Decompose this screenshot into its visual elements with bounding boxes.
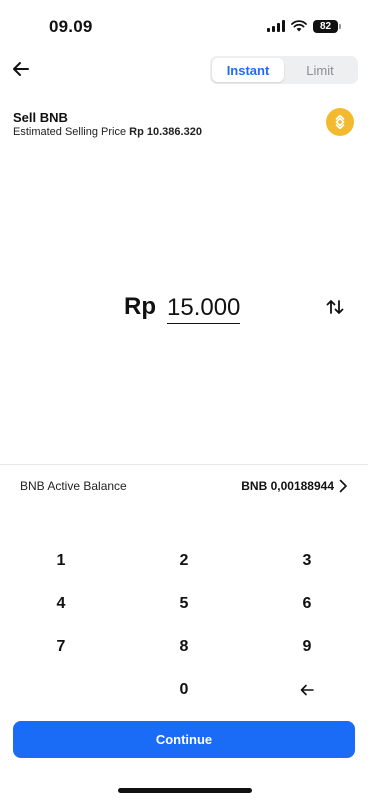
page-title: Sell BNB	[13, 110, 68, 125]
status-bar: 09.09 82	[0, 0, 368, 54]
numeric-keypad: 1 2 3 4 5 6 7 8 9 0	[0, 540, 368, 711]
estimated-price-value: Rp 10.386.320	[129, 126, 202, 138]
balance-value: BNB 0,00188944	[241, 479, 334, 493]
amount-currency: Rp	[124, 293, 156, 320]
chevron-right-icon	[339, 479, 347, 493]
home-indicator	[118, 788, 252, 793]
tab-instant[interactable]: Instant	[212, 58, 284, 82]
key-4[interactable]: 4	[0, 583, 122, 625]
bnb-coin-icon	[326, 108, 354, 136]
key-9[interactable]: 9	[246, 626, 368, 668]
signal-icon	[267, 20, 285, 32]
key-1[interactable]: 1	[0, 540, 122, 582]
back-button[interactable]	[10, 58, 32, 80]
wifi-icon	[291, 20, 307, 32]
amount-display: Rp 15.000	[0, 293, 368, 329]
key-5[interactable]: 5	[122, 583, 246, 625]
battery-icon: 82	[313, 19, 341, 33]
key-0[interactable]: 0	[122, 669, 246, 711]
tab-limit[interactable]: Limit	[284, 58, 356, 82]
balance-row[interactable]: BNB Active Balance BNB 0,00188944	[0, 465, 368, 507]
key-7[interactable]: 7	[0, 626, 122, 668]
swap-vertical-icon	[326, 300, 344, 314]
backspace-arrow-icon	[300, 684, 314, 696]
key-2[interactable]: 2	[122, 540, 246, 582]
estimated-price: Estimated Selling Price Rp 10.386.320	[13, 126, 202, 138]
backspace-key[interactable]	[246, 669, 368, 711]
order-type-tabs: Instant Limit	[210, 56, 358, 84]
swap-button[interactable]	[324, 296, 346, 318]
balance-label: BNB Active Balance	[20, 479, 127, 493]
key-8[interactable]: 8	[122, 626, 246, 668]
key-empty	[0, 669, 122, 711]
continue-button[interactable]: Continue	[13, 721, 355, 758]
arrow-left-icon	[13, 62, 29, 76]
status-time: 09.09	[49, 17, 93, 36]
estimated-price-label: Estimated Selling Price	[13, 126, 127, 138]
key-3[interactable]: 3	[246, 540, 368, 582]
amount-input[interactable]: 15.000	[167, 293, 241, 324]
status-icons: 82	[267, 18, 341, 34]
key-6[interactable]: 6	[246, 583, 368, 625]
